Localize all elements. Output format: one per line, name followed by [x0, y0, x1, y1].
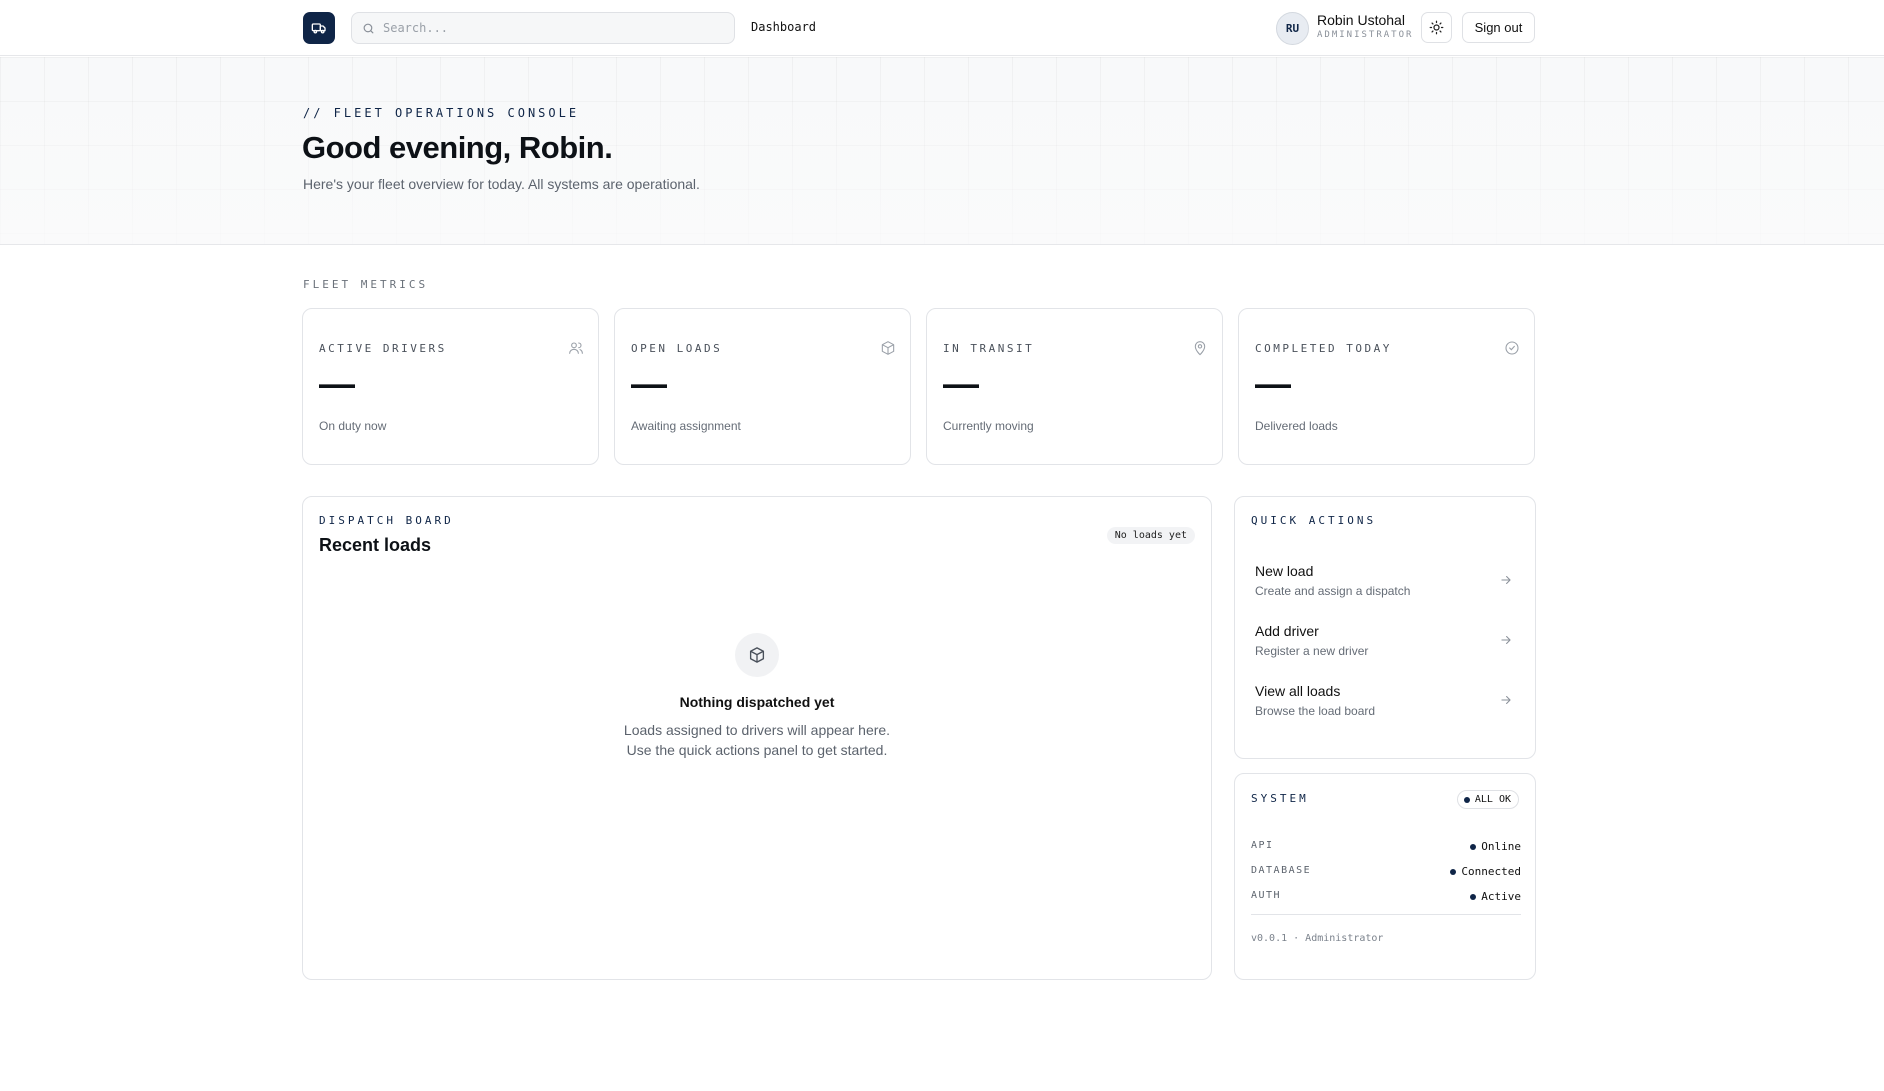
system-row-database: DATABASE Connected	[1251, 865, 1521, 881]
quick-actions-panel: QUICK ACTIONS New load Create and assign…	[1234, 496, 1536, 759]
quick-actions-eyebrow: QUICK ACTIONS	[1251, 514, 1377, 527]
metric-card-completed-today: COMPLETED TODAY — Delivered loads	[1238, 308, 1535, 465]
quick-action-title: Add driver	[1255, 623, 1319, 639]
quick-action-subtitle: Register a new driver	[1255, 644, 1369, 658]
system-row-value-text: Connected	[1461, 865, 1521, 878]
system-status-badge: ALL OK	[1456, 790, 1519, 809]
search-input[interactable]	[383, 21, 713, 35]
system-eyebrow: SYSTEM	[1251, 792, 1309, 805]
system-row-key: API	[1251, 840, 1274, 851]
metric-label: COMPLETED TODAY	[1255, 342, 1392, 355]
truck-logo-icon[interactable]	[303, 12, 335, 44]
metric-value: —	[943, 363, 979, 404]
system-row-auth: AUTH Active	[1251, 890, 1521, 906]
metric-subtext: Delivered loads	[1255, 419, 1338, 433]
system-status-panel: SYSTEM ALL OK API Online DATABASE Connec…	[1234, 773, 1536, 980]
quick-action-new-load[interactable]: New load Create and assign a dispatch	[1243, 555, 1527, 609]
check-circle-icon	[1505, 341, 1519, 355]
metric-subtext: On duty now	[319, 419, 387, 433]
dispatch-board-panel: DISPATCH BOARD Recent loads No loads yet…	[302, 496, 1212, 980]
metric-card-in-transit: IN TRANSIT — Currently moving	[926, 308, 1223, 465]
empty-state-line: Use the quick actions panel to get start…	[626, 742, 888, 758]
divider	[1251, 914, 1521, 915]
hero-subtitle: Here's your fleet overview for today. Al…	[303, 176, 700, 192]
metric-label: OPEN LOADS	[631, 342, 723, 355]
metric-label: ACTIVE DRIVERS	[319, 342, 447, 355]
search-box[interactable]	[351, 12, 735, 44]
quick-action-view-all-loads[interactable]: View all loads Browse the load board	[1243, 675, 1527, 729]
user-role: ADMINISTRATOR	[1317, 30, 1414, 40]
package-icon	[735, 633, 779, 677]
metric-value: —	[631, 363, 667, 404]
arrow-right-icon	[1501, 695, 1511, 705]
metric-value: —	[319, 363, 355, 404]
arrow-right-icon	[1501, 575, 1511, 585]
hero-eyebrow: // FLEET OPERATIONS CONSOLE	[303, 106, 580, 120]
quick-action-title: New load	[1255, 563, 1314, 579]
system-row-value: Online	[1470, 840, 1521, 853]
metric-card-open-loads: OPEN LOADS — Awaiting assignment	[614, 308, 911, 465]
metric-label: IN TRANSIT	[943, 342, 1035, 355]
system-row-api: API Online	[1251, 840, 1521, 856]
empty-state-line: Loads assigned to drivers will appear he…	[623, 722, 891, 738]
status-badge: No loads yet	[1106, 527, 1195, 544]
empty-state-title: Nothing dispatched yet	[679, 694, 835, 710]
metric-subtext: Awaiting assignment	[631, 419, 741, 433]
dispatch-title: Recent loads	[319, 535, 432, 555]
user-name: Robin Ustohal	[1317, 12, 1405, 28]
metric-subtext: Currently moving	[943, 419, 1034, 433]
quick-action-add-driver[interactable]: Add driver Register a new driver	[1243, 615, 1527, 669]
hero-banner	[0, 57, 1884, 245]
quick-action-subtitle: Create and assign a dispatch	[1255, 584, 1411, 598]
system-status-text: ALL OK	[1474, 794, 1511, 805]
quick-action-title: View all loads	[1255, 683, 1341, 699]
system-row-key: AUTH	[1251, 890, 1282, 901]
package-icon	[881, 341, 895, 355]
system-row-value-text: Online	[1481, 840, 1521, 853]
metric-card-active-drivers: ACTIVE DRIVERS — On duty now	[302, 308, 599, 465]
system-row-key: DATABASE	[1251, 865, 1312, 876]
fleet-metrics-label: FLEET METRICS	[303, 278, 429, 291]
system-row-value: Connected	[1450, 865, 1521, 878]
status-dot	[1463, 796, 1470, 803]
system-row-value: Active	[1470, 890, 1521, 903]
top-bar: Dashboard RU Robin Ustohal ADMINISTRATOR…	[0, 0, 1884, 56]
sun-icon	[1429, 20, 1444, 35]
dispatch-eyebrow: DISPATCH BOARD	[319, 514, 454, 527]
metric-value: —	[1255, 363, 1291, 404]
map-pin-icon	[1194, 341, 1206, 356]
arrow-right-icon	[1501, 635, 1511, 645]
avatar[interactable]: RU	[1276, 12, 1309, 45]
nav-dashboard-link[interactable]: Dashboard	[751, 20, 816, 34]
version-label: v0.0.1 · Administrator	[1251, 933, 1384, 944]
page-title: Good evening, Robin.	[302, 130, 613, 165]
status-dot	[1470, 843, 1477, 850]
status-dot	[1470, 893, 1477, 900]
status-dot	[1450, 868, 1457, 875]
empty-state-description: Loads assigned to drivers will appear he…	[303, 720, 1211, 760]
sign-out-button[interactable]: Sign out	[1462, 12, 1535, 43]
search-icon	[363, 23, 374, 33]
users-icon	[569, 342, 583, 354]
system-row-value-text: Active	[1481, 890, 1521, 903]
quick-action-subtitle: Browse the load board	[1255, 704, 1376, 718]
theme-toggle-button[interactable]	[1421, 12, 1452, 43]
